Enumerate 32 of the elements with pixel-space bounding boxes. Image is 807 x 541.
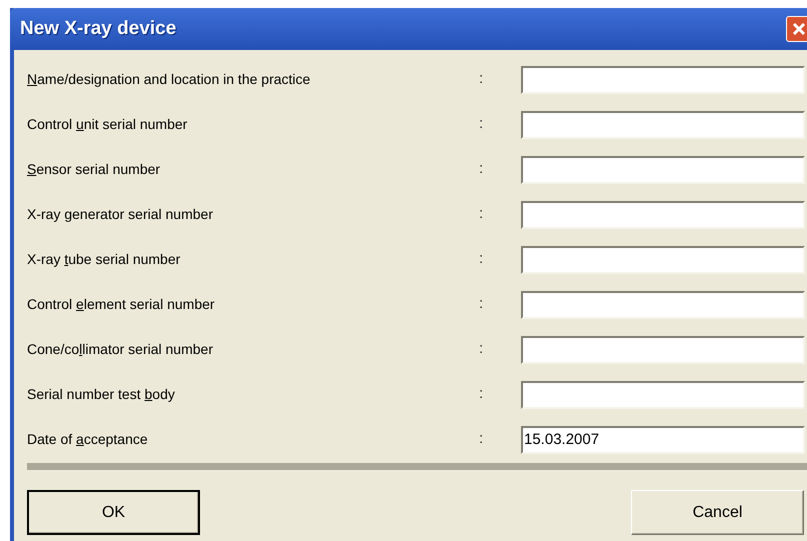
colon: :: [479, 114, 484, 134]
field-label: Control element serial number: [27, 295, 216, 314]
colon: :: [479, 69, 484, 90]
text-field[interactable]: [521, 200, 805, 228]
text-field[interactable]: [521, 380, 805, 408]
field-label: Serial number test body: [27, 385, 176, 404]
colon: :: [479, 384, 484, 404]
field-label: Date of acceptance: [27, 430, 149, 449]
text-field[interactable]: 15.03.2007: [521, 426, 805, 454]
field-label: X-ray tube serial number: [27, 250, 182, 269]
colon: :: [479, 159, 484, 180]
colon: :: [479, 339, 484, 360]
close-button[interactable]: [786, 16, 807, 42]
field-label: Control unit serial number: [27, 115, 188, 134]
text-field[interactable]: [521, 246, 805, 274]
colon: :: [479, 294, 484, 314]
field-label: Name/designation and location in the practice: [27, 70, 312, 89]
window-title: New X-ray device: [20, 16, 176, 41]
text-field[interactable]: [521, 336, 805, 364]
text-field[interactable]: [521, 290, 805, 318]
text-field[interactable]: [521, 110, 805, 138]
close-icon: [791, 21, 807, 37]
cancel-button[interactable]: Cancel: [631, 490, 804, 535]
colon: :: [479, 249, 484, 270]
field-label: Sensor serial number: [27, 160, 162, 179]
colon: :: [479, 204, 484, 224]
text-field[interactable]: [521, 156, 805, 184]
field-label: Cone/collimator serial number: [27, 340, 214, 359]
colon: :: [479, 429, 484, 450]
text-field[interactable]: [521, 66, 805, 94]
ok-button[interactable]: OK: [27, 490, 200, 535]
field-label: X-ray generator serial number: [27, 205, 214, 224]
